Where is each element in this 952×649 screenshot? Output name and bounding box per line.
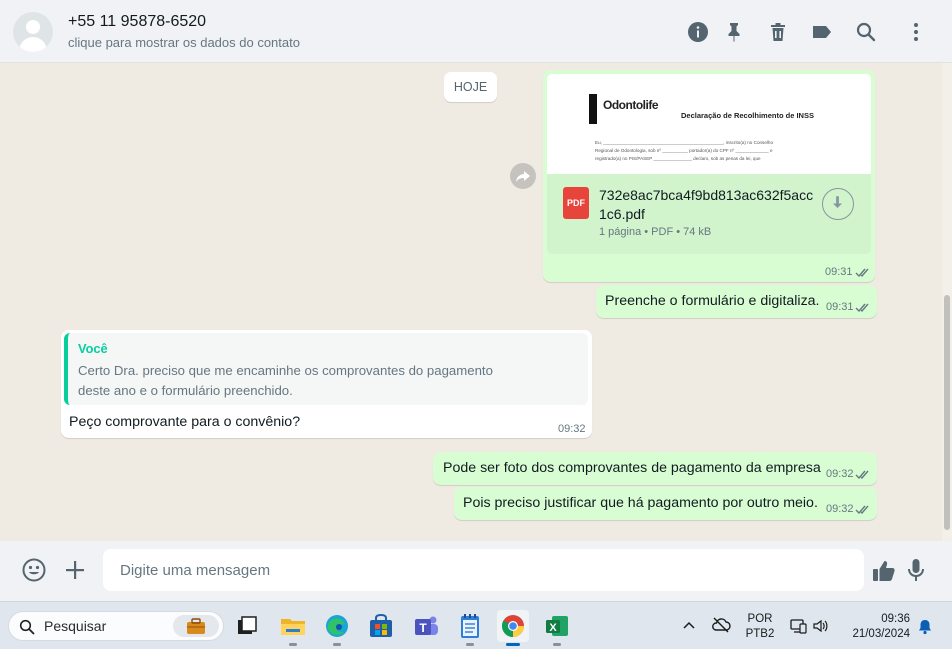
read-ticks-icon [855,469,871,480]
message-text: Peço comprovante para o convênio? [69,414,301,430]
message-time: 09:32 [826,468,854,480]
document-message[interactable]: Odontolife Declaração de Recolhimento de… [543,70,875,282]
message-input[interactable] [103,549,864,591]
pdf-file-icon: PDF [563,187,589,219]
store-icon[interactable] [365,610,397,642]
task-view-icon[interactable] [231,610,263,642]
contact-avatar[interactable] [13,12,53,52]
notepad-icon[interactable] [454,610,486,646]
windows-taskbar: Pesquisar T X POR PTB2 09:36 21/03/2024 [0,601,952,649]
message-text: Pode ser foto dos comprovantes de pagame… [443,460,821,476]
volume-icon[interactable] [812,618,830,634]
microphone-icon[interactable] [903,557,929,583]
quote-text: Certo Dra. preciso que me encaminhe os c… [78,363,493,398]
odontolife-logo-mark [589,94,597,124]
language-indicator[interactable]: POR PTB2 [744,612,776,642]
message-list[interactable]: HOJE Odontolife Declaração de Recolhimen… [0,63,952,541]
download-icon[interactable] [822,188,854,220]
message-time: 09:32 [826,503,854,515]
message-bubble-outgoing[interactable]: Preenche o formulário e digitaliza. 09:3… [596,285,877,318]
search-icon[interactable] [854,20,878,44]
clock-date: 21/03/2024 [852,628,910,640]
teams-icon[interactable]: T [410,610,442,642]
document-brand: Odontolife [603,98,659,112]
document-info[interactable]: PDF 732e8ac7bca4f9bd813ac632f5acc1c6.pdf… [547,174,871,254]
info-icon[interactable] [686,20,710,44]
document-line-1: Eu, ____________________________________… [595,140,774,145]
svg-text:X: X [549,622,557,634]
more-menu-icon[interactable] [904,20,928,44]
taskbar-search-label: Pesquisar [44,618,107,634]
cloud-offline-icon[interactable] [711,617,731,633]
briefcase-widget-icon[interactable] [173,615,219,637]
file-explorer-icon[interactable] [277,610,309,646]
forward-icon[interactable] [510,163,536,189]
trash-icon[interactable] [766,20,790,44]
scrollbar-thumb[interactable] [944,295,950,530]
network-icon[interactable] [789,618,807,634]
message-time: 09:31 [825,266,853,278]
notification-bell-icon[interactable] [917,618,933,635]
contact-subtitle[interactable]: clique para mostrar os dados do contato [68,35,300,50]
show-hidden-icons-chevron-icon[interactable] [682,620,696,630]
quote-author: Você [78,341,108,356]
document-preview[interactable]: Odontolife Declaração de Recolhimento de… [547,74,871,174]
chrome-icon[interactable] [497,610,529,646]
thumbs-up-icon[interactable] [871,558,897,584]
excel-icon[interactable]: X [541,610,573,646]
keyboard-layout: PTB2 [745,628,775,640]
chat-header: +55 11 95878-6520 clique para mostrar os… [0,0,952,63]
message-composer [0,541,952,601]
edge-icon[interactable] [321,610,353,646]
quoted-message[interactable]: Você Certo Dra. preciso que me encaminhe… [64,333,588,405]
attach-plus-icon[interactable] [62,557,88,583]
clock-time: 09:36 [881,613,910,625]
message-time: 09:32 [558,423,586,435]
document-line-3: registrado(a) no PIS/PASEP _____________… [595,156,761,161]
contact-name[interactable]: +55 11 95878-6520 [68,13,206,31]
message-bubble-outgoing[interactable]: Pode ser foto dos comprovantes de pagame… [433,452,877,485]
message-time: 09:31 [826,301,854,313]
message-bubble-outgoing[interactable]: Pois preciso justificar que há pagamento… [454,487,877,520]
message-text: Pois preciso justificar que há pagamento… [463,495,818,511]
emoji-icon[interactable] [21,557,47,583]
taskbar-search-box[interactable]: Pesquisar [8,611,224,641]
label-icon[interactable] [810,20,834,44]
document-meta: 1 página • PDF • 74 kB [599,226,712,238]
message-bubble-incoming[interactable]: Você Certo Dra. preciso que me encaminhe… [61,330,592,438]
taskbar-search-icon [19,619,35,635]
document-line-2: Regional de Odontologia, sob nº ________… [595,148,773,153]
pin-icon[interactable] [722,20,746,44]
read-ticks-icon [855,302,871,313]
clock[interactable]: 09:36 21/03/2024 [842,612,914,642]
language-code: POR [747,613,773,625]
read-ticks-icon [855,267,871,278]
message-text: Preenche o formulário e digitaliza. [605,293,820,309]
date-divider: HOJE [444,72,497,102]
read-ticks-icon [855,504,871,515]
document-title: Declaração de Recolhimento de INSS [681,111,814,120]
document-file-name[interactable]: 732e8ac7bca4f9bd813ac632f5acc1c6.pdf [599,186,819,224]
svg-text:T: T [419,621,427,635]
